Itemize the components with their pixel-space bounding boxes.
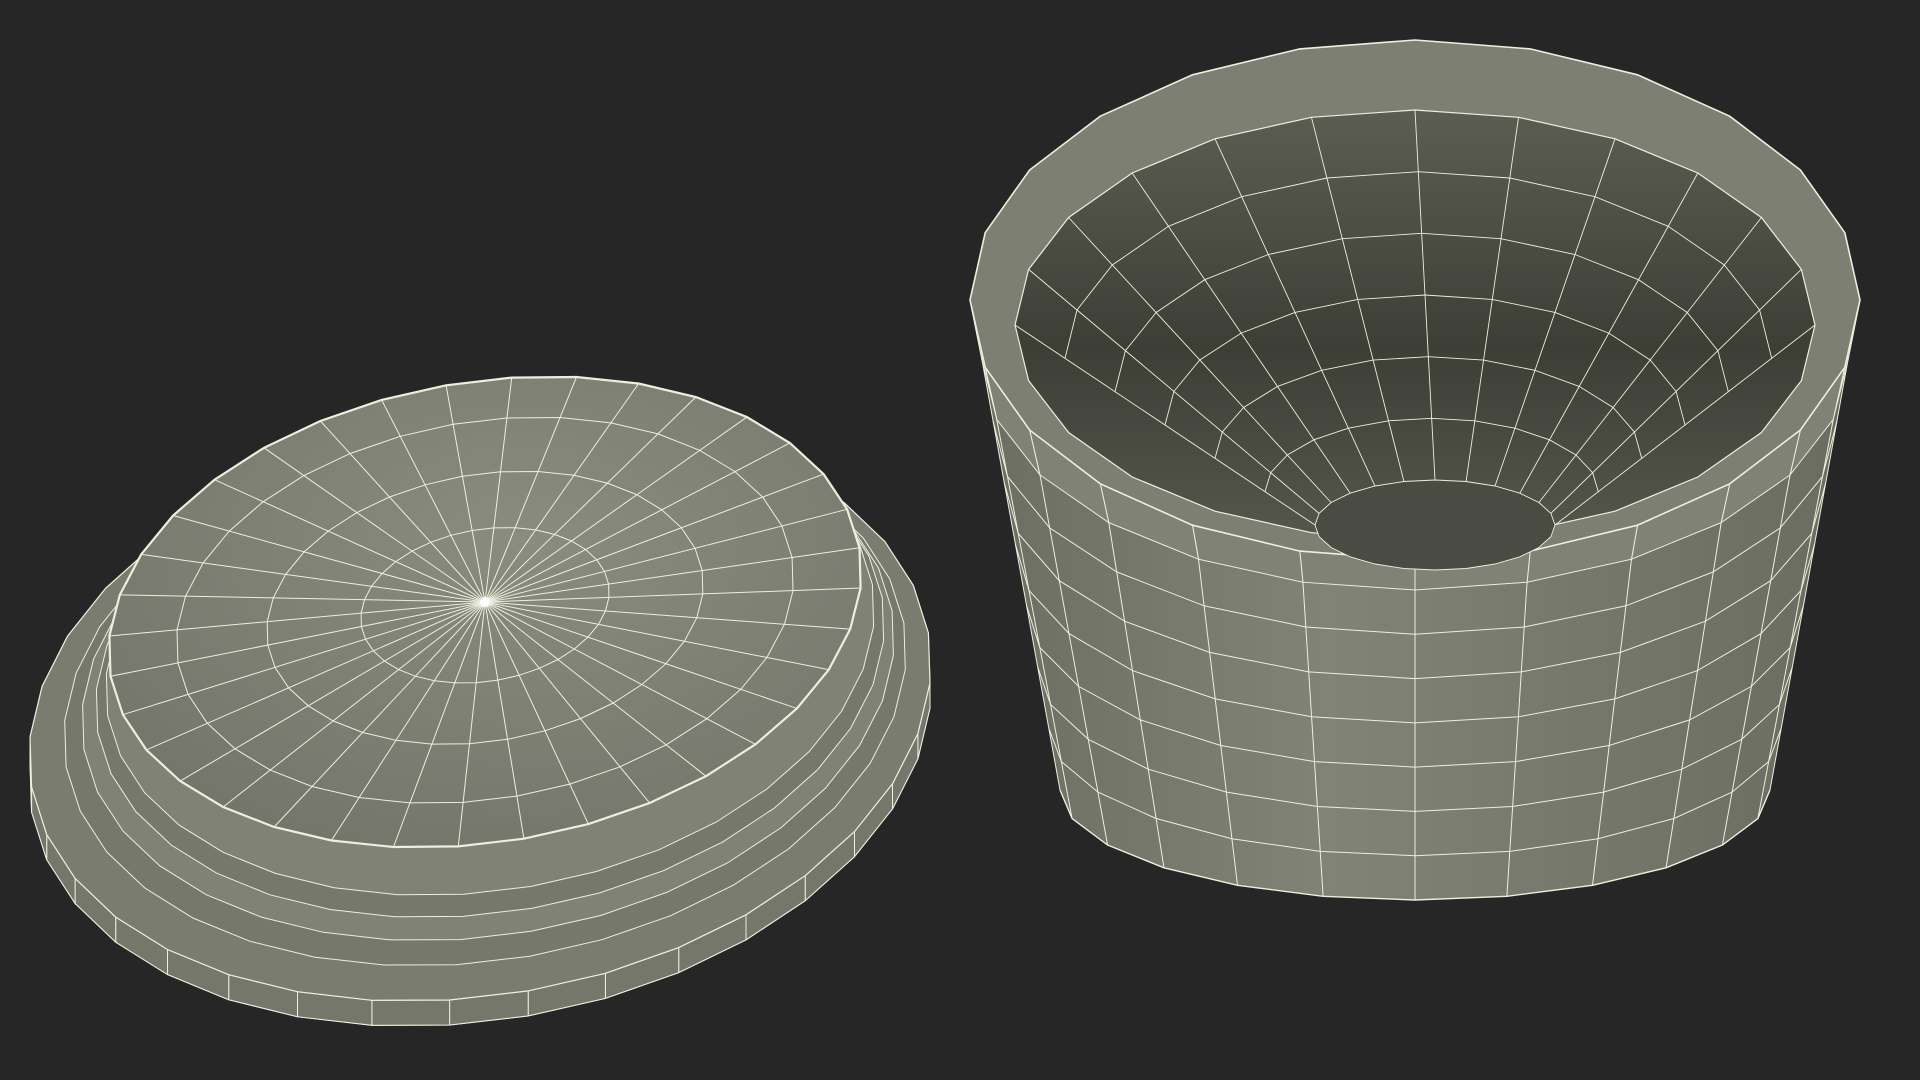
cup-interior <box>1014 109 1816 541</box>
lid-hub-point <box>480 597 490 607</box>
viewport-scene <box>29 39 1861 1026</box>
lid-object[interactable] <box>29 375 931 1026</box>
cup-interior-floor <box>1314 479 1556 571</box>
lid-flange-face <box>371 999 451 1026</box>
cup-object[interactable] <box>969 39 1861 901</box>
